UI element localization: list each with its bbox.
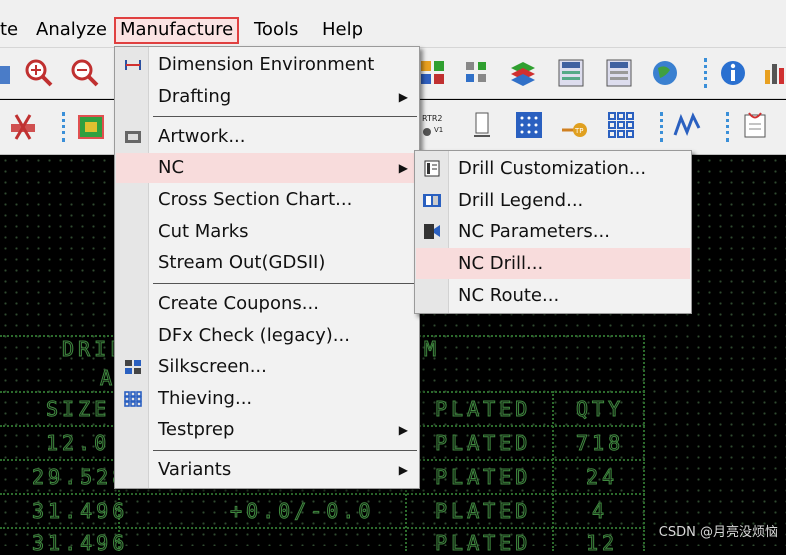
- nc-parameters-icon: [424, 224, 440, 239]
- menu-item-artwork[interactable]: Artwork...: [116, 122, 418, 152]
- testpoint-icon[interactable]: TP: [560, 110, 590, 140]
- menu-separator: [153, 116, 417, 117]
- menu-item-drill-legend[interactable]: Drill Legend...: [416, 185, 690, 216]
- row-plated: PLATED: [434, 431, 532, 456]
- row-plated: PLATED: [434, 465, 532, 490]
- submenu-arrow-icon: ▶: [398, 423, 408, 437]
- zoom-out-icon[interactable]: [70, 58, 100, 88]
- menu-item-stream-out[interactable]: Stream Out(GDSII): [116, 248, 418, 278]
- artwork-icon: [125, 131, 141, 143]
- submenu-arrow-icon: ▶: [398, 463, 408, 477]
- tool-partial-icon[interactable]: [0, 60, 24, 90]
- table-line: [0, 527, 645, 529]
- menu-item-dimension-environment[interactable]: Dimension Environment: [116, 50, 418, 80]
- table-line: [0, 493, 645, 495]
- matrix-icon[interactable]: [606, 110, 636, 140]
- row-qty: 718: [575, 431, 625, 456]
- svg-text:TP: TP: [574, 127, 584, 135]
- menu-analyze[interactable]: Analyze: [32, 17, 111, 44]
- info-icon[interactable]: [718, 58, 748, 88]
- menubar: te Analyze Manufacture Tools Help: [0, 14, 786, 48]
- thieving-icon: [124, 391, 142, 407]
- menu-item-cross-section-chart[interactable]: Cross Section Chart...: [116, 185, 418, 215]
- header-plated: PLATED: [434, 397, 532, 422]
- menu-item-silkscreen[interactable]: Silkscreen...: [116, 352, 418, 382]
- board-icon[interactable]: [76, 112, 106, 142]
- report-icon[interactable]: [740, 110, 770, 140]
- menu-item-create-coupons[interactable]: Create Coupons...: [116, 289, 418, 319]
- row-size: 12.0: [45, 431, 111, 456]
- toolbar-separator: [726, 112, 729, 142]
- submenu-arrow-icon: ▶: [398, 161, 408, 175]
- silkscreen-icon: [125, 360, 141, 374]
- component-grid-icon[interactable]: [462, 58, 492, 88]
- rtr-icon[interactable]: RTR2 V1: [420, 110, 450, 140]
- row-size: 31.496: [31, 531, 129, 555]
- manufacture-dropdown: Dimension Environment Drafting ▶ Artwork.…: [114, 46, 420, 489]
- menu-item-nc-route[interactable]: NC Route...: [416, 280, 690, 311]
- menu-item-drafting[interactable]: Drafting ▶: [116, 82, 418, 112]
- row-plated: PLATED: [434, 531, 532, 555]
- menu-item-cut-marks[interactable]: Cut Marks: [116, 217, 418, 247]
- row-tolerance: +0.0/-0.0: [229, 499, 375, 524]
- row-qty: 24: [585, 465, 619, 490]
- toolbar-separator: [62, 112, 65, 142]
- submenu-arrow-icon: ▶: [398, 90, 408, 104]
- menu-item-thieving[interactable]: Thieving...: [116, 384, 418, 414]
- row-qty: 12: [585, 531, 619, 555]
- row-qty: 4: [591, 499, 609, 524]
- dimension-icon: [125, 60, 141, 70]
- table-vline: [643, 335, 645, 551]
- menu-separator: [153, 283, 417, 284]
- watermark: CSDN @月亮没烦恼: [658, 525, 778, 540]
- menu-item-variants[interactable]: Variants ▶: [116, 455, 418, 485]
- layers-icon[interactable]: [508, 58, 538, 88]
- menu-help[interactable]: Help: [318, 17, 367, 44]
- route-icon[interactable]: [672, 110, 702, 140]
- grid-select-icon[interactable]: [514, 110, 544, 140]
- toolbar-separator: [704, 58, 707, 88]
- drill-customization-icon: [424, 160, 440, 177]
- zoom-in-icon[interactable]: [24, 58, 54, 88]
- globe-icon[interactable]: [650, 58, 680, 88]
- row-size: 31.496: [31, 499, 129, 524]
- color-grid-icon[interactable]: [418, 58, 448, 88]
- menu-item-drill-customization[interactable]: Drill Customization...: [416, 153, 690, 184]
- title-strip: [0, 0, 786, 14]
- pin-icon[interactable]: [468, 110, 498, 140]
- svg-text:V1: V1: [434, 126, 443, 134]
- table-vline: [552, 391, 554, 551]
- menu-item-testprep[interactable]: Testprep ▶: [116, 415, 418, 445]
- menu-separator: [153, 450, 417, 451]
- svg-text:RTR2: RTR2: [422, 114, 443, 123]
- cm-icon[interactable]: [556, 58, 586, 88]
- menu-item-dfx-check[interactable]: DFx Check (legacy)...: [116, 321, 418, 351]
- delete-icon[interactable]: [8, 112, 38, 142]
- toolbar-separator: [660, 112, 663, 142]
- menu-manufacture[interactable]: Manufacture: [114, 17, 240, 44]
- menu-tools[interactable]: Tools: [250, 17, 302, 44]
- dfa-icon[interactable]: [604, 58, 634, 88]
- menu-item-nc-drill[interactable]: NC Drill...: [416, 248, 690, 279]
- header-qty: QTY: [575, 397, 625, 422]
- menu-item-nc-parameters[interactable]: NC Parameters...: [416, 216, 690, 247]
- header-size: SIZE: [45, 397, 111, 422]
- drill-table-title-right: M: [423, 337, 441, 362]
- menu-route[interactable]: te: [0, 17, 22, 44]
- row-plated: PLATED: [434, 499, 532, 524]
- drill-legend-icon: [423, 194, 441, 207]
- nc-submenu: Drill Customization... Drill Legend... N…: [414, 150, 692, 314]
- chart-icon[interactable]: [762, 58, 786, 88]
- menu-item-nc[interactable]: NC ▶: [116, 153, 418, 183]
